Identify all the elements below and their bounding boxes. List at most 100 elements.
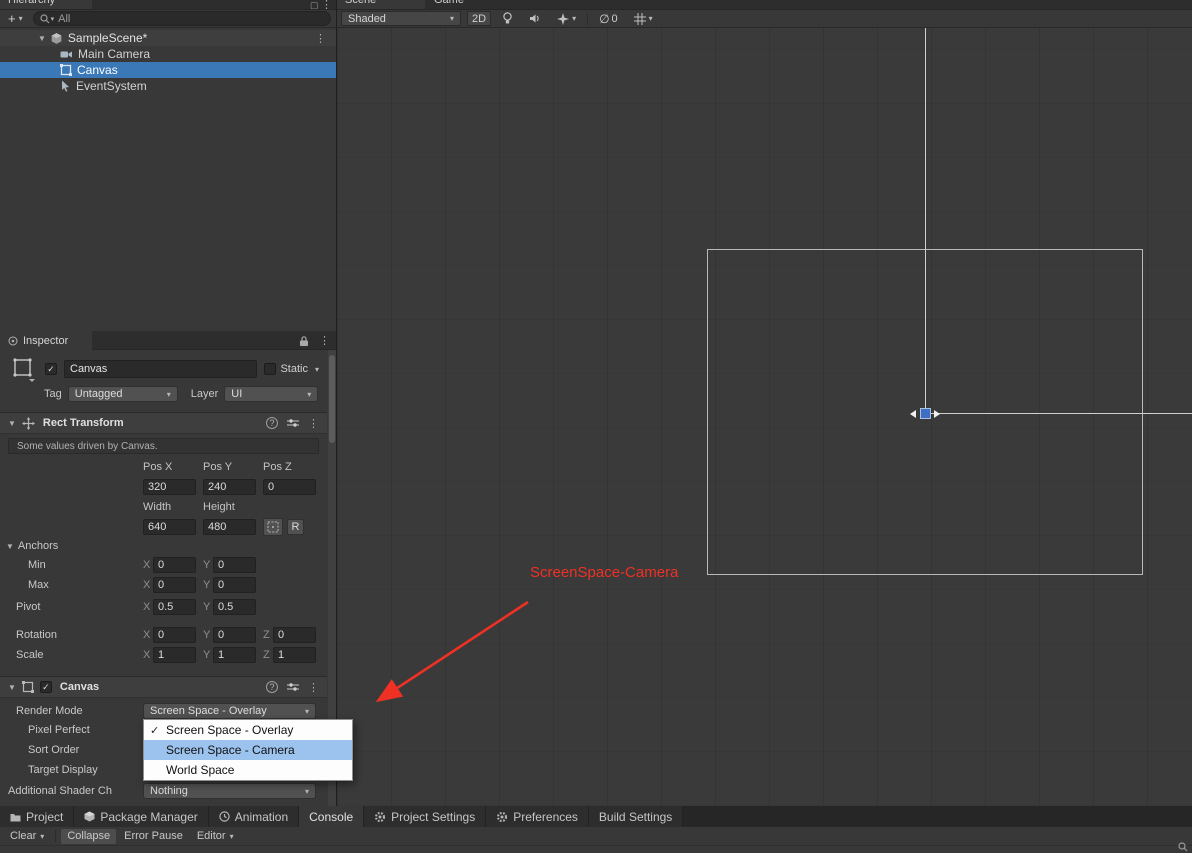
- layer-dropdown[interactable]: UI ▾: [224, 386, 319, 402]
- tab-hierarchy-label: Hierarchy: [8, 0, 56, 6]
- search-filter-chevron-icon[interactable]: ▾: [51, 15, 55, 23]
- gameobject-name-field[interactable]: Canvas: [64, 360, 258, 378]
- height-field[interactable]: 480: [203, 519, 256, 535]
- move-gizmo[interactable]: [920, 408, 931, 419]
- rotation-x-field[interactable]: 0: [153, 627, 196, 643]
- component-kebab-icon[interactable]: ⋮: [308, 681, 319, 694]
- tab-animation[interactable]: Animation: [208, 806, 300, 827]
- hierarchy-item-eventsystem[interactable]: EventSystem: [0, 78, 336, 94]
- raw-edit-mode-button[interactable]: R: [287, 519, 304, 535]
- tab-scene[interactable]: Scene: [337, 0, 425, 9]
- tab-build-settings[interactable]: Build Settings: [588, 806, 684, 827]
- scale-y-field[interactable]: 1: [213, 647, 256, 663]
- component-kebab-icon[interactable]: ⋮: [308, 417, 319, 430]
- scale-x-field[interactable]: 1: [153, 647, 196, 663]
- anchor-presets-button[interactable]: [263, 518, 283, 536]
- pivot-y-field[interactable]: 0.5: [213, 599, 256, 615]
- tag-layer-row: Tag Untagged ▾ Layer UI ▾: [0, 384, 327, 404]
- scene-kebab-icon[interactable]: ⋮: [315, 32, 326, 45]
- anchors-foldout[interactable]: ▼ Anchors: [0, 538, 327, 554]
- pos-x-field[interactable]: 320: [143, 479, 196, 495]
- anchors-max-y-field[interactable]: 0: [213, 577, 256, 593]
- presets-icon[interactable]: [287, 418, 299, 428]
- maximize-icon[interactable]: ▢: [310, 0, 319, 9]
- 2d-toggle-button[interactable]: 2D: [467, 11, 492, 26]
- scene-effects-button[interactable]: ▾: [552, 11, 581, 26]
- tab-project-settings[interactable]: Project Settings: [364, 806, 487, 827]
- static-checkbox[interactable]: [264, 363, 277, 375]
- console-search-icon[interactable]: [1178, 842, 1188, 852]
- option-screen-space-overlay[interactable]: ✓ Screen Space - Overlay: [144, 720, 352, 740]
- tab-hierarchy[interactable]: Hierarchy: [0, 0, 92, 9]
- width-field[interactable]: 640: [143, 519, 196, 535]
- tab-game[interactable]: Game: [426, 0, 506, 9]
- scale-z-field[interactable]: 1: [273, 647, 316, 663]
- gameobject-header: ✓ Canvas Static ▾: [0, 356, 327, 382]
- presets-icon[interactable]: [287, 682, 299, 692]
- driven-values-note: Some values driven by Canvas.: [8, 438, 319, 454]
- additional-shader-dropdown[interactable]: Nothing ▾: [143, 783, 316, 799]
- help-icon[interactable]: ?: [266, 681, 278, 693]
- tab-preferences[interactable]: Preferences: [486, 806, 589, 827]
- shading-mode-dropdown[interactable]: Shaded ▾: [341, 11, 461, 26]
- foldout-open-icon[interactable]: ▼: [38, 34, 46, 43]
- error-pause-toggle[interactable]: Error Pause: [118, 829, 189, 844]
- option-world-space[interactable]: World Space: [144, 760, 352, 780]
- hierarchy-search-input[interactable]: ▾ All: [32, 11, 331, 26]
- help-icon[interactable]: ?: [266, 417, 278, 429]
- scene-viewport[interactable]: ScreenSpace-Camera: [337, 28, 1192, 806]
- pivot-x-field[interactable]: 0.5: [153, 599, 196, 615]
- axis-y-label: Y: [203, 629, 211, 641]
- rotation-y-field[interactable]: 0: [213, 627, 256, 643]
- tab-inspector[interactable]: Inspector: [0, 331, 92, 350]
- anchors-min-y-field[interactable]: 0: [213, 557, 256, 573]
- rotation-z-field[interactable]: 0: [273, 627, 316, 643]
- tab-console[interactable]: Console: [299, 806, 365, 827]
- rotation-row: Rotation X 0 Y 0 Z 0: [0, 626, 327, 644]
- tab-project[interactable]: Project: [0, 806, 75, 827]
- pivot-label: Pivot: [16, 601, 41, 613]
- kebab-icon[interactable]: ⋮: [321, 0, 332, 9]
- clear-button[interactable]: Clear ▾: [4, 829, 50, 844]
- rect-transform-header[interactable]: ▼ Rect Transform ? ⋮: [0, 412, 327, 434]
- scene-grid-button[interactable]: ▾: [629, 11, 658, 26]
- console-toolbar: Clear ▾ Collapse Error Pause Editor ▾: [0, 827, 1192, 846]
- size-labels-row: Width Height: [0, 498, 327, 516]
- gizmo-arrow-left: [910, 410, 916, 418]
- axis-x-label: X: [143, 629, 151, 641]
- chevron-down-icon: ▾: [572, 14, 577, 23]
- lock-icon[interactable]: [299, 335, 309, 347]
- pos-z-field[interactable]: 0: [263, 479, 316, 495]
- pos-y-field[interactable]: 240: [203, 479, 256, 495]
- collapse-toggle[interactable]: Collapse: [61, 828, 117, 844]
- render-mode-dropdown[interactable]: Screen Space - Overlay ▾: [143, 703, 316, 719]
- active-checkbox[interactable]: ✓: [45, 363, 57, 375]
- editor-dropdown[interactable]: Editor ▾: [191, 829, 240, 844]
- tag-dropdown[interactable]: Untagged ▾: [67, 386, 178, 402]
- scene-audio-button[interactable]: [524, 11, 546, 26]
- scene-visibility-button[interactable]: ∅ 0: [594, 11, 623, 26]
- scrollbar-thumb[interactable]: [329, 355, 335, 443]
- scene-lighting-button[interactable]: [497, 11, 518, 26]
- anchors-min-x-field[interactable]: 0: [153, 557, 196, 573]
- foldout-open-icon: ▼: [6, 541, 14, 551]
- hidden-count: 0: [611, 12, 618, 25]
- gameobject-icon[interactable]: [8, 356, 38, 382]
- hierarchy-item-main-camera[interactable]: Main Camera: [0, 46, 336, 62]
- create-object-button[interactable]: + ▾: [5, 11, 26, 26]
- static-dropdown[interactable]: Static ▾: [264, 363, 319, 375]
- inspector-kebab-icon[interactable]: ⋮: [319, 334, 330, 347]
- option-screen-space-camera[interactable]: Screen Space - Camera: [144, 740, 352, 760]
- hierarchy-tabstrip: Hierarchy ▢ ⋮: [0, 0, 336, 10]
- tab-package-manager[interactable]: Package Manager: [74, 806, 209, 827]
- window-controls[interactable]: ▢ ⋮: [310, 0, 332, 9]
- gameobject-name: Canvas: [70, 363, 108, 375]
- scene-root-row[interactable]: ▼ SampleScene* ⋮: [0, 30, 336, 46]
- foldout-open-icon[interactable]: ▼: [8, 419, 16, 428]
- axis-z-label: Z: [263, 629, 270, 641]
- foldout-open-icon[interactable]: ▼: [8, 683, 16, 692]
- anchors-max-x-field[interactable]: 0: [153, 577, 196, 593]
- canvas-component-header[interactable]: ▼ ✓ Canvas ? ⋮: [0, 676, 327, 698]
- hierarchy-item-canvas[interactable]: Canvas: [0, 62, 336, 78]
- component-enabled-checkbox[interactable]: ✓: [39, 681, 52, 693]
